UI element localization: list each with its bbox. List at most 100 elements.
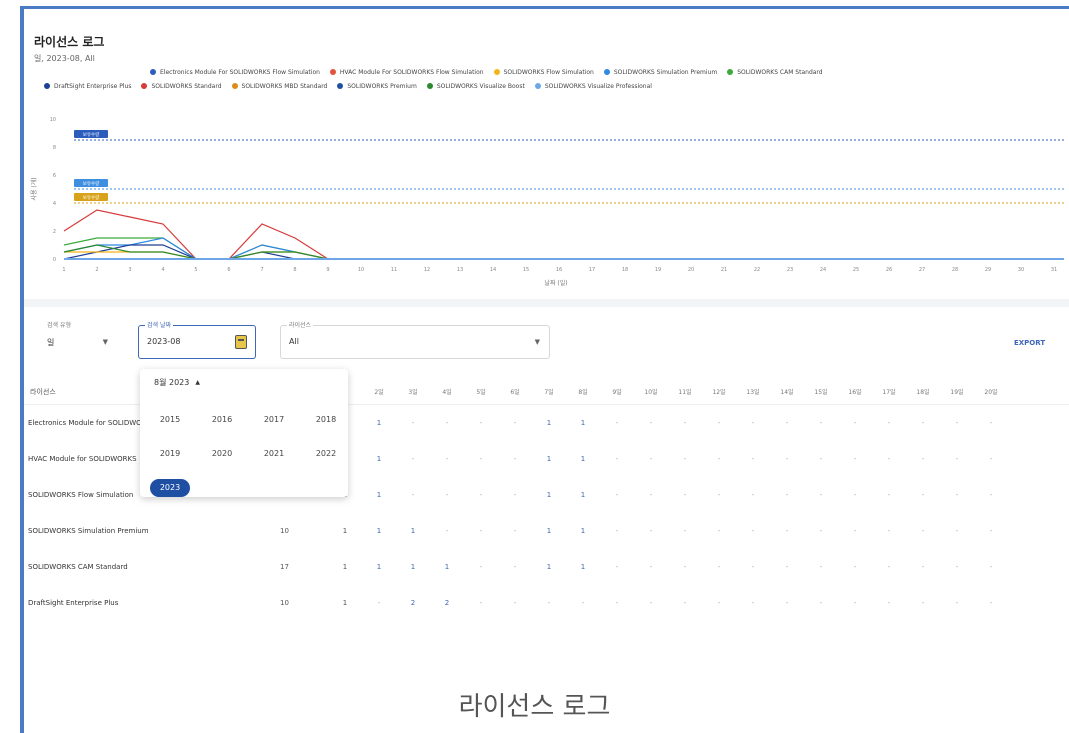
day-cell: 1 (376, 491, 382, 499)
day-cell: - (989, 455, 993, 463)
x-tick-label: 28 (952, 267, 958, 273)
day-column-header[interactable]: 8일 (568, 387, 598, 396)
table-row[interactable]: SOLIDWORKS CAM Standard 17 1 1 1 1 - - 1 1 - - - - - - -… (24, 549, 1069, 585)
day-cell: - (581, 599, 585, 607)
year-option[interactable]: 2020 (202, 445, 242, 463)
day-cell: - (785, 419, 789, 427)
legend-item[interactable]: SOLIDWORKS MBD Standard (231, 83, 327, 90)
day-column-header[interactable]: 3일 (398, 387, 428, 396)
chevron-down-icon: ▼ (534, 338, 540, 346)
threshold-badge-label: 보유수량 (83, 131, 100, 138)
day-cell: - (751, 491, 755, 499)
search-date-field[interactable]: 검색 날짜 2023-08 (138, 320, 256, 359)
y-axis-label: 사용 (개) (30, 177, 38, 200)
year-option[interactable]: 2022 (306, 445, 346, 463)
day-cell: - (853, 455, 857, 463)
legend-item[interactable]: SOLIDWORKS CAM Standard (727, 69, 823, 76)
y-tick-label: 4 (53, 201, 56, 207)
day-cell: - (683, 419, 687, 427)
day-cell: - (513, 491, 517, 499)
day-cell: - (411, 455, 415, 463)
day-cell: 1 (580, 563, 586, 571)
day-cell: - (853, 599, 857, 607)
legend-item[interactable]: Electronics Module For SOLIDWORKS Flow S… (150, 69, 320, 76)
day-cell: - (785, 491, 789, 499)
day-cell: - (785, 563, 789, 571)
legend-dot-icon (231, 83, 238, 89)
legend-label: SOLIDWORKS Flow Simulation (503, 68, 594, 76)
legend-item[interactable]: SOLIDWORKS Visualize Boost (426, 82, 525, 90)
year-option[interactable]: 2023 (150, 479, 190, 497)
legend-dot-icon (150, 69, 156, 75)
legend-dot-icon (727, 69, 734, 75)
day-cell: - (887, 599, 891, 607)
day-column-header[interactable]: 9일 (602, 387, 632, 396)
day-cell: - (751, 599, 755, 607)
day-column-header[interactable]: 12일 (704, 387, 734, 396)
year-option[interactable]: 2015 (150, 411, 190, 429)
legend-item[interactable]: SOLIDWORKS Standard (141, 83, 222, 90)
day-cell: - (717, 455, 721, 463)
day-cell: - (819, 491, 823, 499)
total-cell: 10 (280, 599, 289, 607)
day-column-header[interactable]: 5일 (466, 387, 496, 396)
legend-item[interactable]: SOLIDWORKS Premium (337, 83, 417, 90)
day-column-header[interactable]: 20일 (976, 387, 1006, 396)
chevron-down-icon: ▼ (102, 338, 108, 346)
day-column-header[interactable]: 19일 (942, 387, 972, 396)
day-cell: - (785, 599, 789, 607)
total-cell: 10 (280, 527, 289, 535)
series-line (63, 237, 1054, 260)
day-column-header[interactable]: 6일 (500, 387, 530, 396)
x-tick-label: 1 (62, 267, 65, 273)
legend-item[interactable]: SOLIDWORKS Flow Simulation (493, 68, 594, 76)
day-cell: - (513, 527, 517, 535)
day-column-header[interactable]: 4일 (432, 387, 462, 396)
day-column-header[interactable]: 18일 (908, 387, 938, 396)
y-tick-label: 0 (53, 257, 56, 263)
legend-dot-icon (337, 83, 344, 89)
day-cell: - (615, 599, 619, 607)
day-cell: - (785, 455, 789, 463)
search-unit-select[interactable]: 검색 유형 일 ▼ (38, 320, 118, 359)
day-cell: 1 (376, 527, 382, 535)
day-column-header[interactable]: 10일 (636, 387, 666, 396)
export-button[interactable]: EXPORT (1014, 339, 1045, 347)
chart-section: 라이선스 로그 일, 2023-08, All Electronics Modu… (24, 9, 1069, 299)
x-tick-label: 15 (523, 267, 529, 273)
calendar-icon[interactable] (235, 335, 247, 349)
license-name-cell: DraftSight Enterprise Plus (28, 599, 119, 607)
day-column-header[interactable]: 2일 (364, 387, 394, 396)
day-cell: - (921, 491, 925, 499)
day-cell: - (513, 563, 517, 571)
day-column-header[interactable]: 13일 (738, 387, 768, 396)
day-cell: - (411, 491, 415, 499)
day-column-header[interactable]: 15일 (806, 387, 836, 396)
legend-item[interactable]: SOLIDWORKS Simulation Premium (603, 69, 717, 76)
day-cell: - (989, 419, 993, 427)
legend-item[interactable]: HVAC Module For SOLIDWORKS Flow Simulati… (329, 69, 484, 76)
day-column-header[interactable]: 11일 (670, 387, 700, 396)
legend-item[interactable]: DraftSight Enterprise Plus (44, 83, 131, 90)
x-tick-label: 19 (655, 267, 661, 273)
day-cell: - (683, 527, 687, 535)
day-column-header[interactable]: 7일 (534, 387, 564, 396)
year-option[interactable]: 2019 (150, 445, 190, 463)
year-option[interactable]: 2017 (254, 411, 294, 429)
day-column-header[interactable]: 14일 (772, 387, 802, 396)
license-select[interactable]: 라이선스 All ▼ (280, 320, 550, 359)
day-column-header[interactable]: 17일 (874, 387, 904, 396)
day-column-header[interactable]: 16일 (840, 387, 870, 396)
x-tick-label: 20 (688, 267, 694, 273)
year-option[interactable]: 2018 (306, 411, 346, 429)
table-row[interactable]: SOLIDWORKS Simulation Premium 10 1 1 1 - - - 1 1 -… (24, 513, 1069, 549)
year-option[interactable]: 2021 (254, 445, 294, 463)
legend-item[interactable]: SOLIDWORKS Visualize Professional (534, 83, 652, 90)
year-picker-header[interactable]: 8월 2023 ▲ (154, 377, 200, 388)
day-cell: 2 (410, 599, 416, 607)
x-tick-label: 22 (754, 267, 760, 273)
table-row[interactable]: DraftSight Enterprise Plus 10 1 - 2 2 - - - - - - - -… (24, 585, 1069, 621)
search-unit-label: 검색 유형 (45, 320, 73, 329)
year-option[interactable]: 2016 (202, 411, 242, 429)
legend-label: SOLIDWORKS Visualize Boost (436, 82, 525, 90)
